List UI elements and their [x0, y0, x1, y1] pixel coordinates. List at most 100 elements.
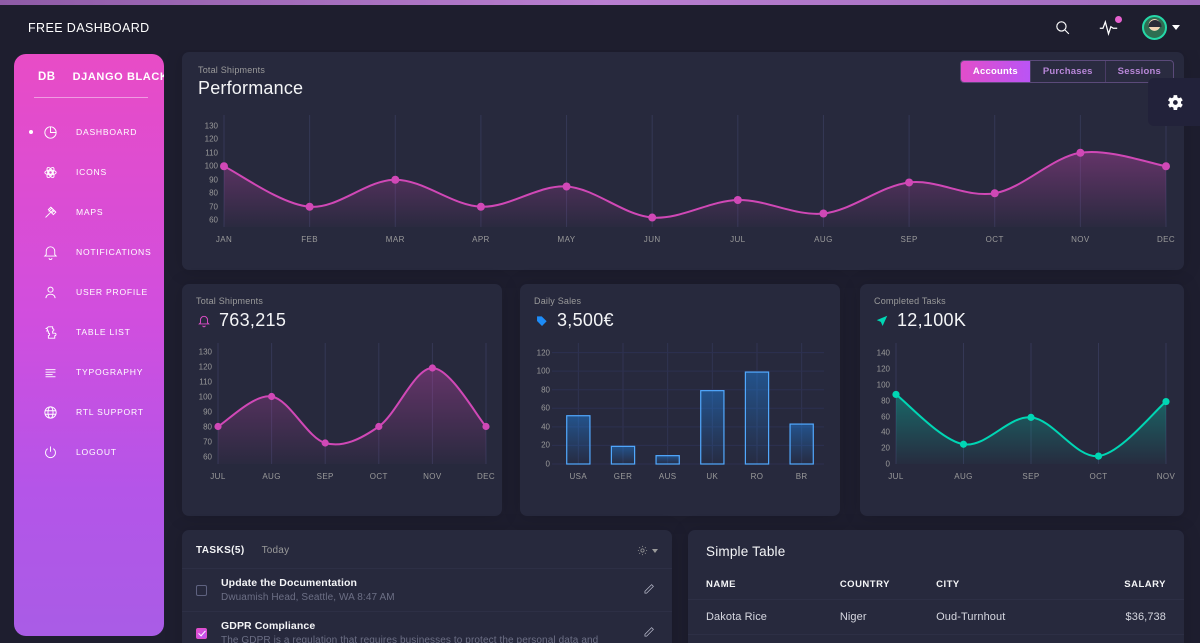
- data-point: [892, 391, 899, 398]
- bar: [567, 416, 590, 464]
- y-tick-label: 120: [537, 348, 550, 357]
- x-tick-label: OCT: [986, 235, 1004, 244]
- total-shipments-value-row: 763,215: [196, 310, 488, 331]
- total-shipments-header: Total Shipments 763,215: [182, 284, 502, 331]
- data-point: [1162, 162, 1170, 170]
- user-menu[interactable]: [1142, 15, 1180, 40]
- daily-sales-value-row: 3,500€: [534, 310, 826, 331]
- brand-logo: DB: [38, 71, 56, 83]
- performance-chart[interactable]: 60708090100110120130JANFEBMARAPRMAYJUNJU…: [182, 105, 1184, 255]
- y-tick-label: 70: [203, 437, 212, 446]
- y-tick-label: 90: [203, 407, 212, 416]
- sidebar-item-label: TYPOGRAPHY: [76, 367, 143, 377]
- x-tick-label: JUL: [888, 472, 903, 481]
- tab-accounts[interactable]: Accounts: [961, 61, 1031, 82]
- data-point: [477, 203, 485, 211]
- gear-icon: [636, 544, 649, 557]
- page-title: FREE DASHBOARD: [28, 21, 150, 35]
- tasks-header: TASKS(5) Today: [182, 530, 672, 557]
- bar: [656, 456, 679, 464]
- total-shipments-chart[interactable]: 60708090100110120130JULAUGSEPOCTNOVDEC: [182, 331, 502, 496]
- x-tick-label: RO: [751, 472, 764, 481]
- sidebar-item-label: RTL SUPPORT: [76, 407, 144, 417]
- daily-sales-subtitle: Daily Sales: [534, 296, 826, 306]
- x-tick-label: SEP: [317, 472, 334, 481]
- x-tick-label: JUL: [730, 235, 745, 244]
- user-icon: [38, 280, 62, 304]
- data-point: [220, 162, 228, 170]
- y-tick-label: 100: [199, 392, 212, 401]
- avatar: [1142, 15, 1167, 40]
- sidebar-item-label: NOTIFICATIONS: [76, 247, 151, 257]
- bar: [611, 446, 634, 464]
- bar: [745, 372, 768, 464]
- data-point: [375, 423, 382, 430]
- sidebar-item-table-list[interactable]: TABLE LIST: [24, 312, 154, 352]
- sidebar-brand[interactable]: DB DJANGO BLACK: [14, 54, 164, 97]
- notification-badge-dot: [1115, 16, 1122, 23]
- bell-icon: [38, 240, 62, 264]
- performance-svg: [182, 105, 1184, 255]
- task-body: Update the DocumentationDwuamish Head, S…: [221, 577, 632, 603]
- tasks-subtitle: Today: [262, 545, 290, 556]
- sidebar-item-logout[interactable]: LOGOUT: [24, 432, 154, 472]
- y-tick-label: 60: [203, 452, 212, 461]
- sidebar-item-notifications[interactable]: NOTIFICATIONS: [24, 232, 154, 272]
- data-point: [322, 439, 329, 446]
- table-header-row: NAMECOUNTRYCITYSALARY: [688, 573, 1184, 600]
- daily-sales-chart[interactable]: 020406080100120USAGERAUSUKROBR: [520, 331, 840, 496]
- active-bullet: [29, 130, 33, 134]
- sidebar-item-label: MAPS: [76, 207, 103, 217]
- y-tick-label: 20: [881, 444, 890, 453]
- y-tick-label: 130: [199, 347, 212, 356]
- task-checkbox[interactable]: [196, 585, 207, 596]
- x-tick-label: SEP: [900, 235, 917, 244]
- completed-tasks-chart[interactable]: 020406080100120140JULAUGSEPOCTNOV: [860, 331, 1184, 496]
- sidebar-item-label: DASHBOARD: [76, 127, 137, 137]
- sidebar-item-icons[interactable]: ICONS: [24, 152, 154, 192]
- sidebar: DB DJANGO BLACK DASHBOARD ICONS MAPS NOTIFI…: [14, 54, 164, 636]
- total-shipments-card: Total Shipments 763,215 6070809010011012…: [182, 284, 502, 516]
- edit-pencil-icon[interactable]: [642, 582, 658, 598]
- sidebar-item-dashboard[interactable]: DASHBOARD: [24, 112, 154, 152]
- task-checkbox[interactable]: [196, 628, 207, 639]
- x-tick-label: NOV: [1071, 235, 1090, 244]
- table-cell: Niger: [840, 600, 936, 635]
- y-tick-label: 90: [209, 175, 218, 184]
- tasks-menu-button[interactable]: [636, 544, 658, 557]
- completed-tasks-header: Completed Tasks 12,100K: [860, 284, 1184, 331]
- data-point: [1162, 398, 1169, 405]
- send-icon: [874, 313, 890, 329]
- y-tick-label: 80: [881, 396, 890, 405]
- completed-tasks-card: Completed Tasks 12,100K 0204060801001201…: [860, 284, 1184, 516]
- table-column-header: SALARY: [1069, 573, 1184, 600]
- x-tick-label: UK: [706, 472, 718, 481]
- sidebar-item-user-profile[interactable]: USER PROFILE: [24, 272, 154, 312]
- data-point: [391, 176, 399, 184]
- daily-sales-svg: [520, 331, 840, 496]
- bar: [790, 424, 813, 464]
- sidebar-item-rtl-support[interactable]: RTL SUPPORT: [24, 392, 154, 432]
- sidebar-item-label: USER PROFILE: [76, 287, 148, 297]
- task-name: GDPR Compliance: [221, 620, 632, 632]
- tab-purchases[interactable]: Purchases: [1031, 61, 1106, 82]
- daily-sales-header: Daily Sales 3,500€: [520, 284, 840, 331]
- edit-pencil-icon[interactable]: [642, 625, 658, 641]
- data-point: [268, 393, 275, 400]
- total-shipments-y-axis: 60708090100110120130: [182, 331, 212, 496]
- settings-panel-button[interactable]: [1148, 78, 1200, 126]
- table-cell: $36,738: [1069, 600, 1184, 635]
- data-point: [1027, 414, 1034, 421]
- x-tick-label: JUN: [644, 235, 661, 244]
- y-tick-label: 20: [541, 441, 550, 450]
- y-tick-label: 40: [541, 422, 550, 431]
- sidebar-item-maps[interactable]: MAPS: [24, 192, 154, 232]
- sidebar-item-typography[interactable]: TYPOGRAPHY: [24, 352, 154, 392]
- performance-card: Total Shipments Performance AccountsPurc…: [182, 52, 1184, 270]
- search-icon[interactable]: [1050, 16, 1074, 40]
- x-tick-label: AUG: [954, 472, 973, 481]
- y-tick-label: 100: [877, 380, 890, 389]
- x-tick-label: GER: [614, 472, 633, 481]
- activity-icon[interactable]: [1096, 16, 1120, 40]
- completed-tasks-y-axis: 020406080100120140: [860, 331, 890, 496]
